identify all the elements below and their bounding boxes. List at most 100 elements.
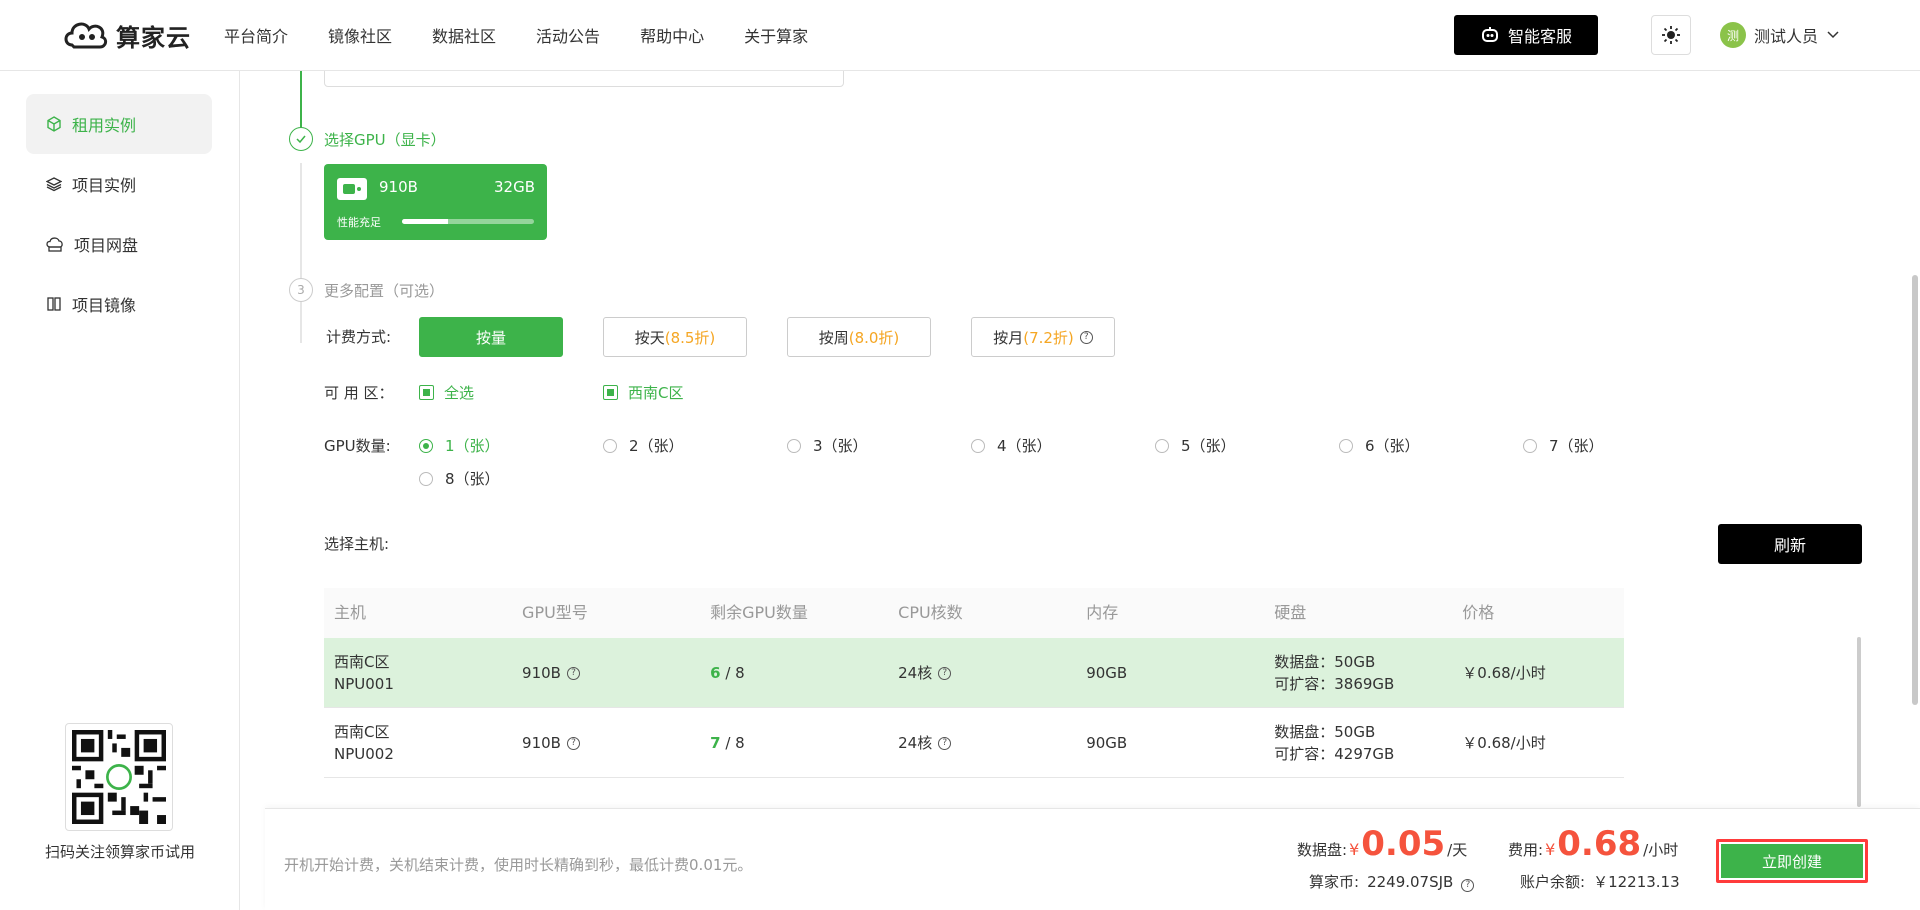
support-button[interactable]: 智能客服 xyxy=(1454,15,1598,55)
theme-toggle[interactable] xyxy=(1651,15,1691,55)
memory-cell: 90GB xyxy=(1086,733,1128,752)
gpu-count-2[interactable]: 2（张） xyxy=(603,435,684,456)
gpu-count-3[interactable]: 3（张） xyxy=(787,435,868,456)
gpu-cell: 910B? xyxy=(512,662,700,684)
data-disk: 数据盘：50GB xyxy=(1274,722,1376,741)
gpu-count-option-label: 7（张） xyxy=(1549,437,1604,455)
checkbox-icon xyxy=(419,385,434,400)
billing-discount: (8.0折) xyxy=(848,328,900,347)
radio-icon xyxy=(971,438,985,453)
free-gpu-count: 6 xyxy=(710,663,721,682)
column-header: 剩余GPU数量 xyxy=(710,603,808,622)
sidebar-item-netdisk[interactable]: 项目网盘 xyxy=(26,214,212,274)
image-icon xyxy=(47,297,61,311)
page-scrollbar[interactable] xyxy=(1912,275,1918,705)
gpu-count-option-label: 6（张） xyxy=(1365,437,1420,455)
table-scrollbar[interactable] xyxy=(1857,637,1861,807)
billing-option-label: 按月 xyxy=(993,328,1024,347)
data-disk: 数据盘：50GB xyxy=(1274,652,1376,671)
gpu-memory: 32GB xyxy=(493,178,535,196)
billing-option-usage[interactable]: 按量 xyxy=(419,317,563,357)
free-gpu-cell: 7 / 8 xyxy=(700,732,888,754)
gpu-count-option-label: 2（张） xyxy=(629,437,684,455)
nav-intro[interactable]: 平台简介 xyxy=(224,23,288,47)
cloud-disk-icon xyxy=(46,237,63,252)
sidebar-item-label: 项目实例 xyxy=(72,176,137,195)
host-table: 主机 GPU型号 剩余GPU数量 CPU核数 内存 硬盘 价格 西南C区 NPU0… xyxy=(324,588,1624,778)
gpu-card[interactable]: 910B 32GB 性能充足 xyxy=(324,164,547,240)
disk-price-value: 0.05 xyxy=(1361,824,1446,864)
step-title-gpu: 选择GPU（显卡） xyxy=(324,131,446,149)
table-row[interactable]: 西南C区 NPU002 910B? 7 / 8 24核? 90GB 数据盘：50G… xyxy=(324,708,1624,778)
sidebar-item-label: 项目镜像 xyxy=(72,296,137,315)
zone-option-label: 西南C区 xyxy=(628,384,684,402)
help-icon[interactable]: ? xyxy=(1461,878,1475,892)
zone-select-all[interactable]: 全选 xyxy=(419,382,474,403)
gpu-count-6[interactable]: 6（张） xyxy=(1339,435,1420,456)
checkbox-icon xyxy=(603,385,618,400)
currency-symbol: ¥ xyxy=(1349,840,1360,859)
step-done-icon xyxy=(289,127,313,151)
gpu-count-7[interactable]: 7（张） xyxy=(1523,435,1604,456)
gpu-count-1[interactable]: 1（张） xyxy=(419,435,500,456)
gpu-performance-fill xyxy=(402,219,449,224)
sidebar-item-instances[interactable]: 项目实例 xyxy=(26,154,212,214)
billing-label: 计费方式: xyxy=(326,328,392,346)
nav-help[interactable]: 帮助中心 xyxy=(640,23,704,47)
create-button[interactable]: 立即创建 xyxy=(1721,844,1863,878)
account-balance: 账户余额: ￥12213.13 xyxy=(1520,871,1680,892)
fee-price: 费用: ¥ 0.68 /小时 xyxy=(1508,827,1678,861)
gpu-count-5[interactable]: 5（张） xyxy=(1155,435,1236,456)
zone-southwest-c[interactable]: 西南C区 xyxy=(603,382,683,403)
nav-data[interactable]: 数据社区 xyxy=(432,23,496,47)
nav-images[interactable]: 镜像社区 xyxy=(328,23,392,47)
previous-step-box xyxy=(324,71,844,87)
logo[interactable]: 算家云 xyxy=(62,14,191,56)
logo-text: 算家云 xyxy=(116,23,191,52)
radio-icon xyxy=(419,438,433,453)
help-icon[interactable]: ? xyxy=(938,666,952,680)
host-name: NPU001 xyxy=(334,674,394,693)
expandable-disk: 可扩容：4297GB xyxy=(1274,744,1395,763)
billing-option-month[interactable]: 按月 (7.2折)? xyxy=(971,317,1115,357)
order-footer: 开机开始计费，关机结束计费，使用时长精确到秒，最低计费0.01元。 数据盘: ¥… xyxy=(265,808,1920,910)
disk-cell: 数据盘：50GB 可扩容：3869GB xyxy=(1264,651,1452,695)
nav-events[interactable]: 活动公告 xyxy=(536,23,600,47)
step-number-badge: 3 xyxy=(289,278,313,302)
sidebar-item-rent[interactable]: 租用实例 xyxy=(26,94,212,154)
gpu-performance-bar xyxy=(402,219,534,224)
sidebar-item-images[interactable]: 项目镜像 xyxy=(26,274,212,334)
disk-price-unit: /天 xyxy=(1447,841,1468,859)
avatar: 测 xyxy=(1720,22,1746,48)
qr-caption: 扫码关注领算家币试用 xyxy=(44,843,195,861)
gpu-count-8[interactable]: 8（张） xyxy=(419,468,500,489)
billing-option-label: 按周 xyxy=(818,328,849,347)
fee-value: 0.68 xyxy=(1557,824,1642,864)
support-label: 智能客服 xyxy=(1507,27,1572,46)
host-cell: 西南C区 NPU001 xyxy=(324,651,512,695)
billing-option-day[interactable]: 按天 (8.5折) xyxy=(603,317,747,357)
user-menu[interactable]: 测 测试人员 xyxy=(1720,22,1840,48)
gpu-count-4[interactable]: 4（张） xyxy=(971,435,1052,456)
cube-icon xyxy=(47,116,61,132)
column-header: 硬盘 xyxy=(1274,603,1307,622)
cpu-cell: 24核? xyxy=(888,662,1076,684)
refresh-button[interactable]: 刷新 xyxy=(1718,524,1862,564)
billing-note: 开机开始计费，关机结束计费，使用时长精确到秒，最低计费0.01元。 xyxy=(284,856,753,874)
gpu-performance-label: 性能充足 xyxy=(337,216,381,229)
price-cell: ￥0.68/小时 xyxy=(1462,663,1546,682)
help-icon[interactable]: ? xyxy=(938,736,952,750)
column-header: 主机 xyxy=(334,603,367,622)
help-icon[interactable]: ? xyxy=(1079,330,1093,344)
qr-code-icon xyxy=(72,730,166,824)
help-icon[interactable]: ? xyxy=(566,736,580,750)
billing-option-week[interactable]: 按周 (8.0折) xyxy=(787,317,931,357)
zone-option-label: 全选 xyxy=(444,384,475,402)
nav-about[interactable]: 关于算家 xyxy=(744,23,808,47)
total-gpu-count: / 8 xyxy=(725,663,745,682)
coin-value: 2249.07SJB xyxy=(1367,873,1454,891)
column-header: CPU核数 xyxy=(898,603,963,622)
radio-icon xyxy=(1339,438,1353,453)
help-icon[interactable]: ? xyxy=(566,666,580,680)
table-row[interactable]: 西南C区 NPU001 910B? 6 / 8 24核? 90GB 数据盘：50G… xyxy=(324,638,1624,708)
